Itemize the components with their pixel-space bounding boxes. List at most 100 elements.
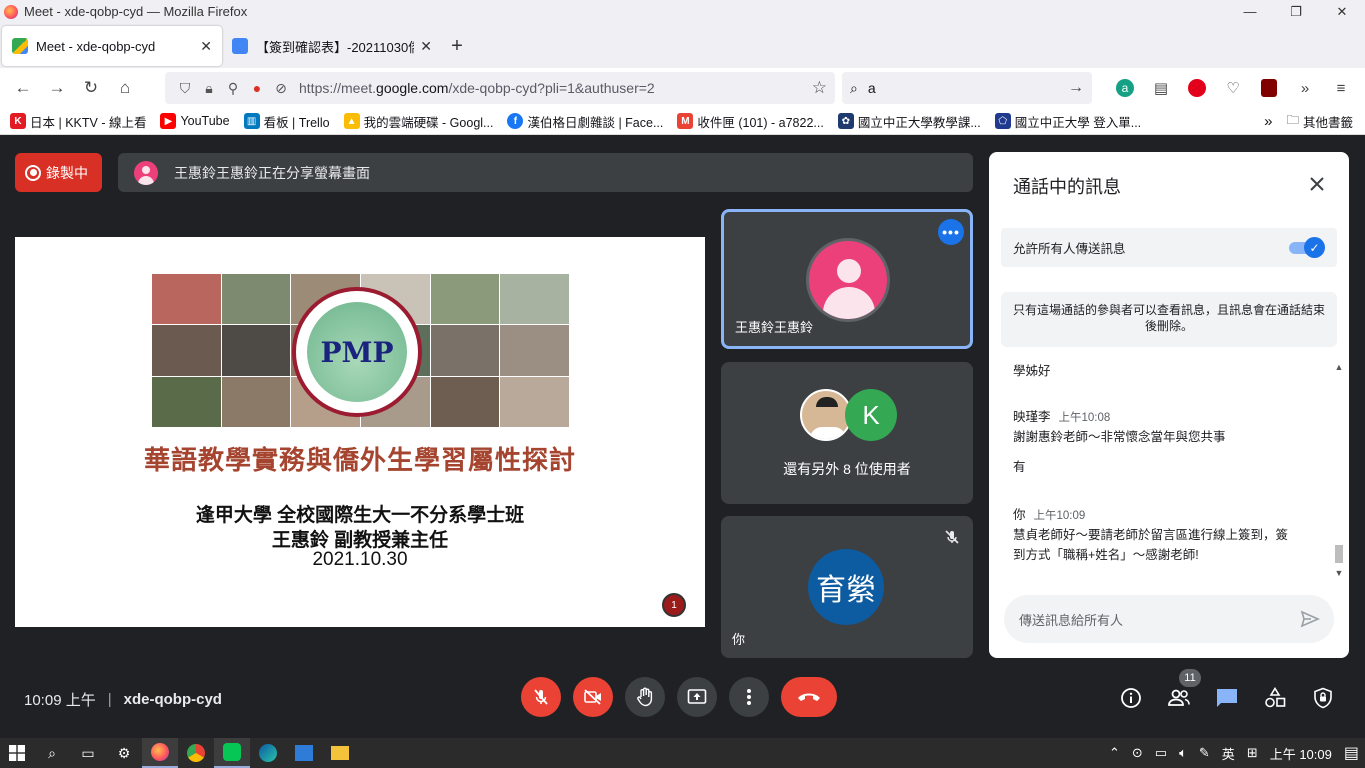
trello-icon: ▥ (243, 113, 260, 129)
shield-icon[interactable]: ⛉ (173, 80, 197, 97)
meet-icon (12, 38, 28, 54)
search-input[interactable]: a (868, 80, 876, 96)
mic-off-button[interactable] (521, 677, 561, 717)
notifications-icon[interactable]: ▤ (1344, 743, 1359, 763)
volume-icon[interactable]: 🔈︎ (1179, 745, 1187, 761)
chat-icon[interactable] (1213, 684, 1241, 712)
search-bar[interactable]: ⌕ a → (842, 72, 1092, 104)
close-window-button[interactable]: ✕ (1319, 4, 1365, 20)
camera-tray-icon[interactable]: ⊙ (1132, 745, 1143, 761)
taskbar-clock[interactable]: 上午 10:09 (1270, 744, 1332, 763)
host-controls-icon[interactable] (1309, 684, 1337, 712)
line-taskbar-icon[interactable] (214, 738, 250, 768)
reload-icon[interactable]: ↻ (74, 72, 108, 104)
tab-label: 【簽到確認表】-20211030僑外 (256, 39, 414, 55)
bookmark-trello[interactable]: ▥ 看板 | Trello (243, 112, 330, 131)
self-tile[interactable]: 育縈 你 (721, 516, 973, 658)
lock-icon[interactable]: 🔒︎ (197, 80, 221, 97)
edge-taskbar-icon[interactable] (250, 738, 286, 768)
more-options-button[interactable] (729, 677, 769, 717)
menu-icon[interactable]: ≡ (1326, 72, 1356, 104)
meeting-code: xde-qobp-cyd (123, 691, 222, 708)
bookmark-google-drive[interactable]: ▲ 我的雲端硬碟 - Googl... (343, 112, 493, 131)
more-options-icon[interactable]: ••• (938, 219, 964, 245)
reader-view-icon[interactable]: ▤ (1146, 72, 1176, 104)
url-bar[interactable]: ⛉ 🔒︎ ⚲ ● ⊘ https://meet.google.com/xde-q… (165, 72, 835, 104)
allow-messages-toggle[interactable]: ✓ (1287, 237, 1325, 258)
input-method[interactable]: 英 (1222, 744, 1235, 763)
bookmark-ccu-login[interactable]: ⬠ 國立中正大學 登入單... (994, 112, 1141, 131)
bookmark-ccu-courses[interactable]: ✿ 國立中正大學教學課... (837, 112, 981, 131)
slide-page-number: 1 (662, 593, 686, 617)
activities-icon[interactable] (1261, 684, 1289, 712)
tab-sign-in-sheet[interactable]: 【簽到確認表】-20211030僑外 ✕ (222, 26, 442, 66)
window-titlebar: Meet - xde-qobp-cyd — Mozilla Firefox — … (0, 0, 1365, 23)
presenter-avatar (134, 160, 158, 185)
raise-hand-button[interactable] (625, 677, 665, 717)
minimize-button[interactable]: — (1227, 4, 1273, 20)
network-icon[interactable]: ▭ (1155, 745, 1167, 761)
bookmark-kktv[interactable]: K 日本 | KKTV - 線上看 (10, 112, 146, 131)
camera-off-button[interactable] (573, 677, 613, 717)
chat-scrollbar[interactable]: ▲ ▼ (1333, 362, 1345, 580)
search-taskbar-icon[interactable]: ⌕ (34, 738, 70, 768)
presenter-tile[interactable]: ••• 王惠鈴王惠鈴 (721, 209, 973, 349)
microphone-icon[interactable]: ● (245, 80, 269, 96)
ccu-icon: ✿ (837, 113, 854, 129)
people-icon[interactable] (1165, 684, 1193, 712)
kktv-icon: K (10, 113, 26, 129)
start-icon[interactable] (0, 738, 34, 768)
home-icon[interactable]: ⌂ (108, 72, 142, 104)
new-tab-button[interactable]: + (442, 26, 472, 66)
tab-strip: Meet - xde-qobp-cyd ✕ 【簽到確認表】-20211030僑外… (0, 23, 1365, 68)
presenter-name: 王惠鈴王惠鈴 (735, 320, 814, 335)
close-tab-icon[interactable]: ✕ (420, 38, 432, 55)
leave-call-button[interactable] (781, 677, 837, 717)
docs-icon (232, 38, 248, 54)
restore-button[interactable]: ❐ (1273, 4, 1319, 20)
chrome-taskbar-icon[interactable] (178, 738, 214, 768)
bookmark-gmail[interactable]: M 收件匣 (101) - a7822... (677, 112, 824, 131)
permissions-icon[interactable]: ⚲ (221, 80, 245, 97)
scroll-thumb[interactable] (1335, 545, 1343, 563)
present-screen-button[interactable] (677, 677, 717, 717)
ublock-icon[interactable] (1254, 72, 1284, 104)
more-extensions-icon[interactable]: » (1290, 72, 1320, 104)
bookmarks-overflow-icon[interactable]: » (1264, 113, 1272, 130)
extension-a-icon[interactable]: a (1110, 72, 1140, 104)
sender-name: 你 (1013, 508, 1026, 522)
search-go-icon[interactable]: → (1068, 79, 1084, 97)
scroll-up-icon[interactable]: ▲ (1333, 362, 1345, 374)
others-tile[interactable]: K 還有另外 8 位使用者 (721, 362, 973, 504)
send-icon[interactable] (1300, 609, 1320, 629)
other-bookmarks[interactable]: 其他書籤 (1303, 112, 1353, 131)
slide-university: 逢甲大學 全校國際生大一不分系學士班 (195, 505, 525, 526)
pen-icon[interactable]: ✎ (1199, 745, 1210, 761)
camera-blocked-icon[interactable]: ⊘ (269, 80, 293, 97)
task-view-icon[interactable]: ▭ (70, 738, 106, 768)
recording-indicator[interactable]: 錄製中 (15, 153, 102, 192)
back-icon[interactable]: ← (6, 72, 40, 104)
firefox-taskbar-icon[interactable] (142, 738, 178, 768)
close-chat-icon[interactable] (1303, 170, 1331, 198)
bookmarks-right: » 🗀︎ 其他書籤 (1264, 108, 1353, 135)
bookmark-star-icon[interactable]: ☆ (812, 78, 827, 98)
url-text[interactable]: https://meet.google.com/xde-qobp-cyd?pli… (299, 80, 655, 96)
bookmark-facebook[interactable]: f 漢伯格日劇雜談 | Face... (507, 112, 663, 131)
tab-meet[interactable]: Meet - xde-qobp-cyd ✕ (2, 26, 222, 66)
close-tab-icon[interactable]: ✕ (200, 38, 212, 55)
bookmarks-bar: K 日本 | KKTV - 線上看 ▶ YouTube ▥ 看板 | Trello ▲… (0, 108, 1365, 135)
settings-icon[interactable]: ⚙ (106, 738, 142, 768)
scroll-down-icon[interactable]: ▼ (1333, 568, 1345, 580)
meeting-details-icon[interactable] (1117, 684, 1145, 712)
ime-mode-icon[interactable]: ⊞ (1247, 745, 1258, 761)
tray-overflow-icon[interactable]: ⌃ (1109, 745, 1120, 761)
message-text: 有 (1013, 460, 1026, 474)
opera-icon[interactable] (1182, 72, 1212, 104)
photos-taskbar-icon[interactable] (286, 738, 322, 768)
forward-icon[interactable]: → (40, 72, 74, 104)
pocket-icon[interactable]: ♡ (1218, 72, 1248, 104)
bookmark-youtube[interactable]: ▶ YouTube (160, 113, 230, 129)
chat-input[interactable]: 傳送訊息給所有人 (1004, 595, 1334, 643)
file-explorer-taskbar-icon[interactable] (322, 738, 358, 768)
